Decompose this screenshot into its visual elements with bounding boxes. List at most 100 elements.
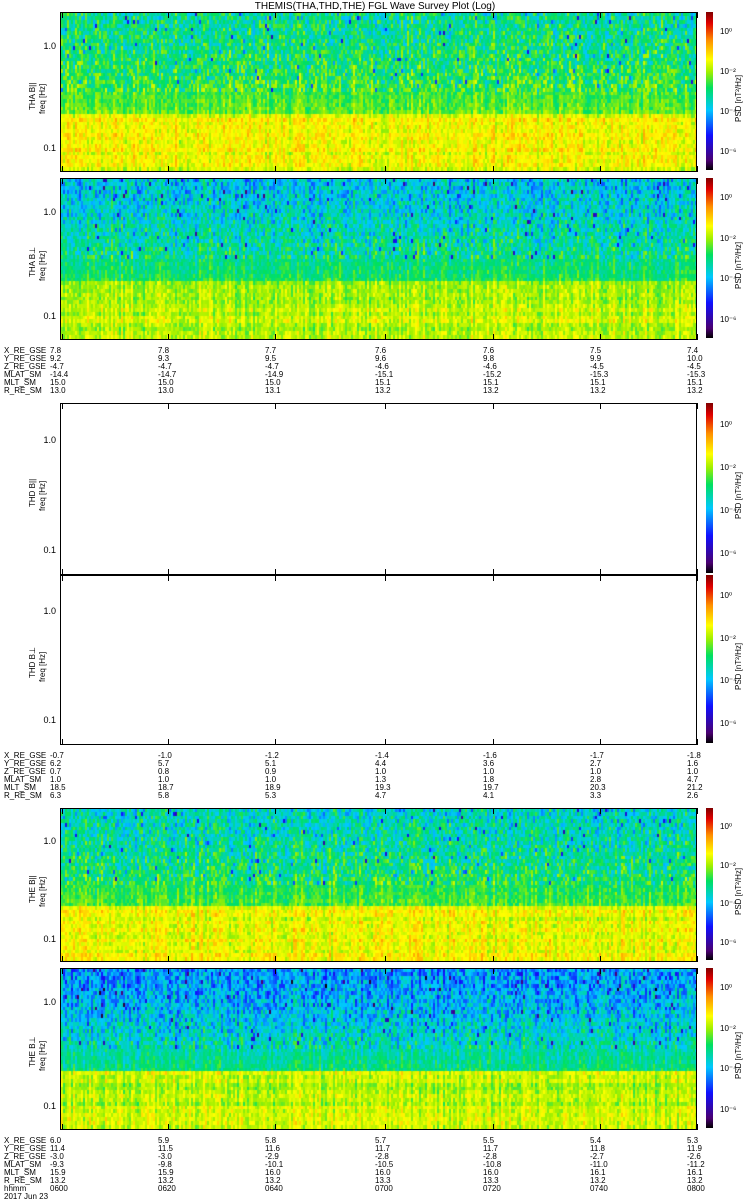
x-axis-tick xyxy=(697,956,698,962)
y-tick-label: 1.0 xyxy=(43,434,56,445)
x-axis-tick xyxy=(493,956,494,962)
ephemeris-value: 13.2 xyxy=(483,386,499,395)
y-tick-label: 1.0 xyxy=(43,41,56,52)
y-tick-label: 1.0 xyxy=(43,207,56,218)
ephemeris-label: R_RE_SM xyxy=(4,791,42,800)
panel-yunit: freq [Hz] xyxy=(38,876,47,907)
x-axis-tick xyxy=(385,956,386,962)
x-axis-tick xyxy=(275,334,276,340)
y-tick-label: 1.0 xyxy=(43,606,56,617)
x-axis-tick xyxy=(275,956,276,962)
ephemeris-value: 0800 xyxy=(687,1184,705,1193)
x-axis-tick xyxy=(493,968,494,974)
x-axis-tick xyxy=(168,334,169,340)
ephemeris-value: 0700 xyxy=(375,1184,393,1193)
colorbar xyxy=(706,968,713,1128)
y-tick-label: 0.1 xyxy=(43,143,56,154)
x-axis-tick xyxy=(168,1124,169,1130)
x-axis-tick xyxy=(168,739,169,745)
x-axis-tick xyxy=(385,12,386,18)
colorbar-tick-label: 10⁰ xyxy=(720,419,733,429)
spectrogram-image xyxy=(61,13,696,171)
colorbar xyxy=(706,575,713,743)
x-axis-tick xyxy=(697,1124,698,1130)
y-tick-label: 1.0 xyxy=(43,997,56,1008)
panel-yunit: freq [Hz] xyxy=(38,651,47,682)
x-axis-tick xyxy=(385,166,386,172)
colorbar-tick-label: 10⁻⁶ xyxy=(720,718,737,728)
x-axis-tick xyxy=(493,12,494,18)
y-tick-label: 0.1 xyxy=(43,934,56,945)
x-axis-tick xyxy=(600,575,601,581)
x-axis-tick xyxy=(385,178,386,184)
ephemeris-value: 13.0 xyxy=(50,386,66,395)
x-axis-tick xyxy=(600,956,601,962)
x-axis-tick xyxy=(697,178,698,184)
panel-yunit: freq [Hz] xyxy=(38,1040,47,1071)
colorbar-tick-label: 10⁻² xyxy=(720,462,736,472)
colorbar-tick-label: 10⁰ xyxy=(720,822,733,832)
x-axis-tick xyxy=(168,575,169,581)
ephemeris-value: 2.6 xyxy=(687,791,699,800)
spectrogram-panel-1 xyxy=(60,12,697,172)
colorbar xyxy=(706,178,713,338)
x-axis-tick xyxy=(697,575,698,581)
x-axis-tick xyxy=(62,1124,63,1130)
colorbar-title: PSD [nT²/Hz] xyxy=(734,471,743,519)
ephemeris-value: 13.1 xyxy=(265,386,281,395)
x-axis-tick xyxy=(275,739,276,745)
x-axis-tick xyxy=(62,178,63,184)
x-axis-tick xyxy=(493,808,494,814)
ephemeris-value: 0740 xyxy=(590,1184,608,1193)
x-axis-tick xyxy=(62,334,63,340)
colorbar-tick-label: 10⁰ xyxy=(720,27,733,36)
ephemeris-value: 5.3 xyxy=(265,791,277,800)
x-axis-tick xyxy=(493,334,494,340)
ephemeris-value: 3.3 xyxy=(590,791,602,800)
panel-yunit: freq [Hz] xyxy=(38,83,47,114)
x-axis-tick xyxy=(168,166,169,172)
panel-yunit: freq [Hz] xyxy=(38,480,47,511)
x-axis-tick xyxy=(493,166,494,172)
colorbar-tick-label: 10⁻⁶ xyxy=(720,937,737,947)
x-axis-tick xyxy=(600,968,601,974)
x-axis-tick xyxy=(697,12,698,18)
x-axis-tick xyxy=(275,178,276,184)
x-axis-tick xyxy=(493,403,494,409)
x-axis-tick xyxy=(62,956,63,962)
ephemeris-value: 13.2 xyxy=(687,386,703,395)
ephemeris-value: 5.8 xyxy=(158,791,170,800)
ephemeris-value: 0600 xyxy=(50,1184,68,1193)
x-axis-tick xyxy=(385,739,386,745)
x-axis-tick xyxy=(62,808,63,814)
x-axis-tick xyxy=(62,739,63,745)
colorbar xyxy=(706,808,713,960)
panel-ylabel: THE B|| xyxy=(28,875,37,903)
x-axis-tick xyxy=(385,403,386,409)
colorbar-title: PSD [nT²/Hz] xyxy=(734,1031,743,1079)
x-axis-tick xyxy=(275,1124,276,1130)
spectrogram-image xyxy=(61,179,696,339)
ephemeris-value: 13.0 xyxy=(158,386,174,395)
x-axis-tick xyxy=(168,178,169,184)
x-axis-tick xyxy=(697,808,698,814)
x-axis-tick xyxy=(275,968,276,974)
x-axis-tick xyxy=(275,166,276,172)
x-axis-tick xyxy=(275,575,276,581)
colorbar-tick-label: 10⁻⁶ xyxy=(720,314,737,324)
x-axis-tick xyxy=(697,968,698,974)
x-axis-tick xyxy=(697,403,698,409)
x-axis-tick xyxy=(600,12,601,18)
spectrogram-panel-3 xyxy=(60,403,697,575)
plot-title: THEMIS(THA,THD,THE) FGL Wave Survey Plot… xyxy=(254,1,496,12)
ephemeris-label: R_RE_SM xyxy=(4,386,42,395)
x-axis-tick xyxy=(493,1124,494,1130)
spectrogram-panel-5 xyxy=(60,808,697,962)
ephemeris-value: 4.7 xyxy=(375,791,387,800)
colorbar-tick-label: 10⁻⁶ xyxy=(720,548,737,558)
y-tick-label: 1.0 xyxy=(43,835,56,846)
x-axis-tick xyxy=(168,968,169,974)
x-axis-tick xyxy=(168,12,169,18)
ephemeris-value: 4.1 xyxy=(483,791,495,800)
x-axis-tick xyxy=(600,1124,601,1130)
